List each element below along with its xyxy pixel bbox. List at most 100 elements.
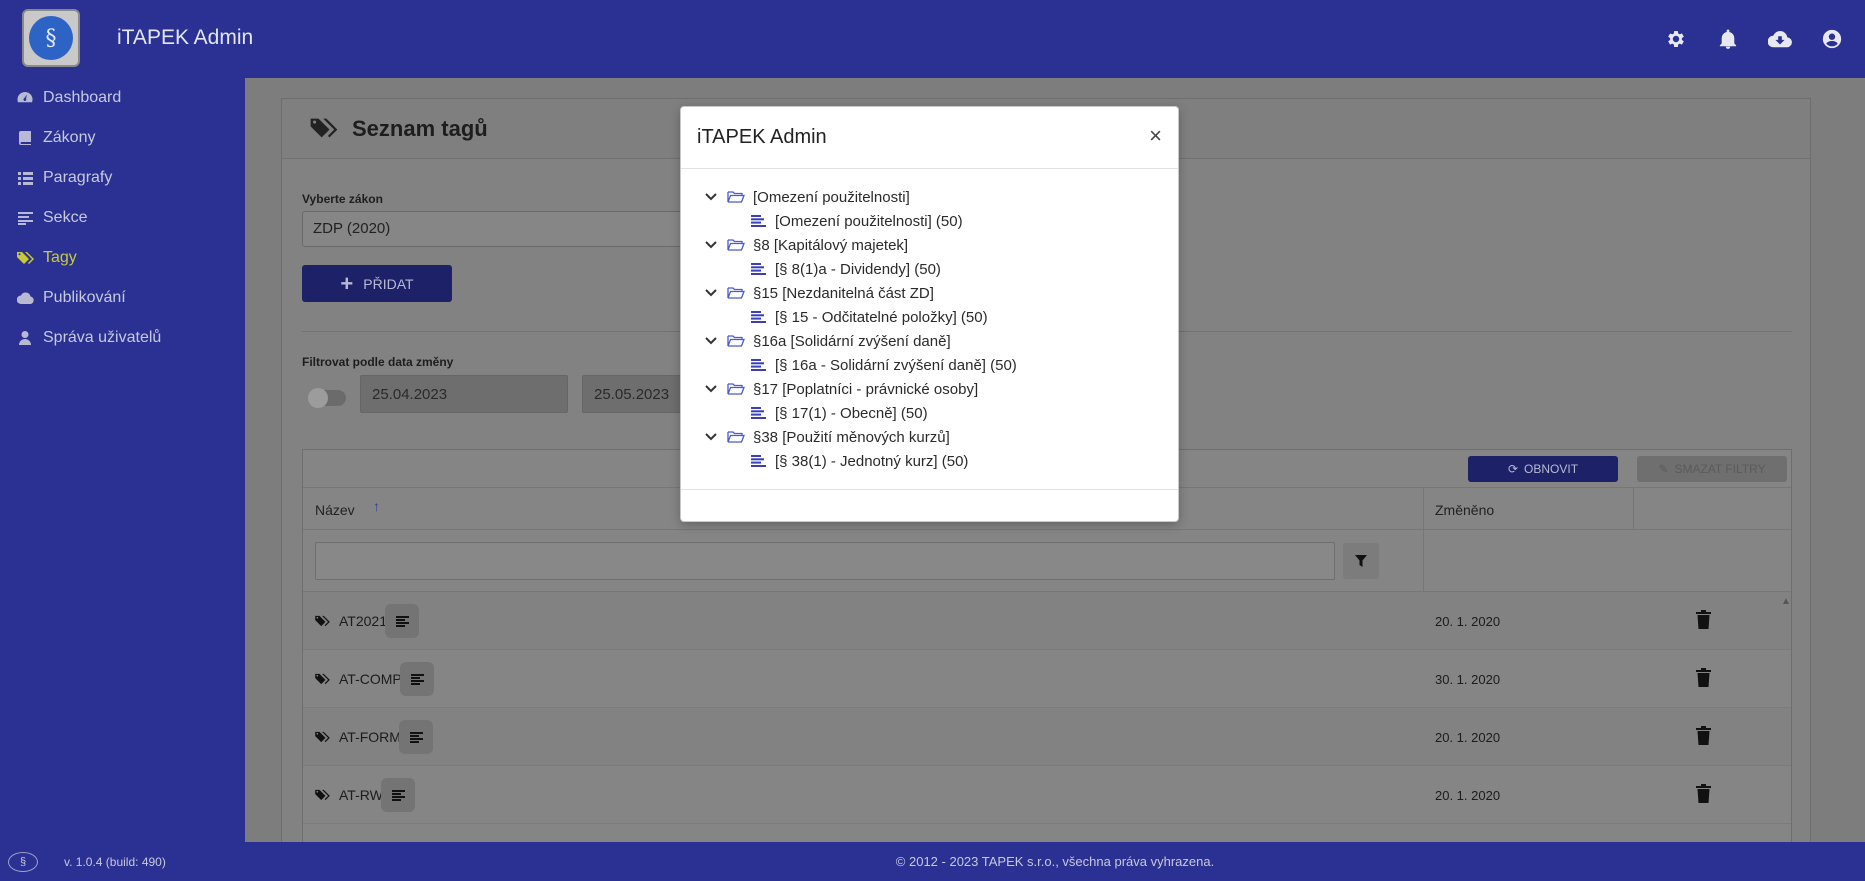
sidebar: Dashboard Zákony Paragrafy Sekce Tagy Pu…	[0, 78, 245, 842]
tree-item[interactable]: [§ 8(1)a - Dividendy] (50)	[703, 257, 1178, 281]
sidebar-item-sekce[interactable]: Sekce	[0, 198, 245, 238]
trash-icon[interactable]	[1696, 610, 1712, 630]
tree-item-label: [§ 17(1) - Obecně] (50)	[775, 404, 928, 422]
gear-icon[interactable]	[1663, 26, 1689, 52]
chevron-down-icon[interactable]	[703, 333, 719, 349]
sidebar-item-paragrafy[interactable]: Paragrafy	[0, 158, 245, 198]
sidebar-item-zakony[interactable]: Zákony	[0, 118, 245, 158]
column-header-name[interactable]: Název	[315, 502, 355, 518]
scroll-up-icon[interactable]: ▲	[1781, 596, 1791, 607]
tree-group-label: §16a [Solidární zvýšení daně]	[753, 332, 951, 350]
row-name: AT-COMP	[339, 671, 402, 687]
sidebar-item-dashboard[interactable]: Dashboard	[0, 78, 245, 118]
eraser-icon: ✎	[1658, 462, 1669, 476]
tag-icon	[315, 672, 331, 686]
tree-item-label: [Omezení použitelnosti] (50)	[775, 212, 963, 230]
trash-icon[interactable]	[1696, 668, 1712, 688]
tree-item[interactable]: [Omezení použitelnosti] (50)	[703, 209, 1178, 233]
sidebar-item-label: Sekce	[43, 209, 88, 226]
footer: © 2012 - 2023 TAPEK s.r.o., všechna práv…	[245, 842, 1865, 881]
modal-body: [Omezení použitelnosti] [Omezení použite…	[681, 169, 1178, 490]
folder-open-icon	[727, 381, 747, 397]
align-left-icon[interactable]	[400, 662, 434, 696]
text-lines-icon	[751, 310, 767, 324]
trash-icon[interactable]	[1696, 726, 1712, 746]
tree-group[interactable]: §8 [Kapitálový majetek]	[703, 233, 1178, 257]
align-left-icon[interactable]	[381, 778, 415, 812]
chevron-down-icon[interactable]	[703, 189, 719, 205]
sidebar-item-label: Dashboard	[43, 89, 122, 106]
tree-group-label: §17 [Poplatníci - právnické osoby]	[753, 380, 979, 398]
app-logo[interactable]: §	[22, 9, 80, 67]
sidebar-item-label: Publikování	[43, 289, 126, 306]
tree-group[interactable]: §15 [Nezdanitelná část ZD]	[703, 281, 1178, 305]
align-left-icon[interactable]	[399, 720, 433, 754]
sidebar-item-publikovani[interactable]: Publikování	[0, 278, 245, 318]
text-lines-icon	[751, 406, 767, 420]
law-select[interactable]: ZDP (2020)	[302, 211, 702, 247]
align-left-icon[interactable]	[385, 604, 419, 638]
tree-group-label: §38 [Použití měnových kurzů]	[753, 428, 950, 446]
bell-icon[interactable]	[1715, 26, 1741, 52]
user-icon	[15, 331, 35, 345]
add-button[interactable]: + PŘIDAT	[302, 265, 452, 302]
sidebar-item-sprava-uzivatelu[interactable]: Správa uživatelů	[0, 318, 245, 358]
refresh-icon: ⟳	[1507, 462, 1519, 476]
folder-open-icon	[727, 333, 747, 349]
grid-filter-row	[303, 530, 1791, 592]
date-filter-toggle[interactable]	[308, 388, 346, 408]
chevron-down-icon[interactable]	[703, 381, 719, 397]
chevron-down-icon[interactable]	[703, 285, 719, 301]
sidebar-item-tagy[interactable]: Tagy	[0, 238, 245, 278]
tree-item[interactable]: [§ 17(1) - Obecně] (50)	[703, 401, 1178, 425]
row-changed: 30. 1. 2020	[1435, 672, 1501, 687]
list-icon	[15, 171, 35, 185]
tags-icon	[15, 251, 35, 265]
page-title: Seznam tagů	[352, 115, 488, 141]
filter-icon[interactable]	[1343, 543, 1379, 579]
clear-filters-label: SMAZAT FILTRY	[1674, 462, 1766, 476]
table-row[interactable]: AT2021 20. 1. 2020	[303, 592, 1791, 650]
app-title: iTAPEK Admin	[117, 26, 254, 49]
sidebar-item-label: Tagy	[43, 249, 77, 266]
date-filter-label: Filtrovat podle data změny	[302, 355, 454, 369]
tag-icon	[315, 788, 331, 802]
user-circle-icon[interactable]	[1819, 26, 1845, 52]
close-icon[interactable]: ×	[1149, 125, 1162, 147]
sidebar-item-label: Paragrafy	[43, 169, 113, 186]
folder-open-icon	[727, 429, 747, 445]
name-filter-input[interactable]	[315, 542, 1335, 580]
refresh-button[interactable]: ⟳ OBNOVIT	[1468, 456, 1618, 482]
row-name: AT-FORM	[339, 729, 401, 745]
top-bar: § iTAPEK Admin	[0, 0, 1865, 78]
tree-group[interactable]: §16a [Solidární zvýšení daně]	[703, 329, 1178, 353]
trash-icon[interactable]	[1696, 784, 1712, 804]
table-row[interactable]: AT-COMP 30. 1. 2020	[303, 650, 1791, 708]
tags-icon	[310, 117, 338, 141]
table-row[interactable]: AT-FORM 20. 1. 2020	[303, 708, 1791, 766]
chevron-down-icon[interactable]	[703, 429, 719, 445]
tree-group[interactable]: §17 [Poplatníci - právnické osoby]	[703, 377, 1178, 401]
tag-icon	[315, 730, 331, 744]
tree-item[interactable]: [§ 38(1) - Jednotný kurz] (50)	[703, 449, 1178, 473]
plus-icon: +	[340, 270, 354, 296]
book-icon	[15, 131, 35, 145]
version-text: v. 1.0.4 (build: 490)	[64, 854, 166, 869]
column-header-changed[interactable]: Změněno	[1435, 502, 1494, 518]
logo-small-icon: §	[8, 851, 38, 872]
sidebar-item-label: Správa uživatelů	[43, 329, 162, 346]
tree-item[interactable]: [§ 15 - Odčitatelné položky] (50)	[703, 305, 1178, 329]
table-row[interactable]: AT-RW 20. 1. 2020	[303, 766, 1791, 824]
clear-filters-button[interactable]: ✎ SMAZAT FILTRY	[1637, 456, 1787, 482]
cloud-download-icon[interactable]	[1767, 26, 1793, 52]
date-from-input[interactable]: 25.04.2023	[360, 375, 568, 413]
tag-icon	[315, 614, 331, 628]
add-button-label: PŘIDAT	[363, 275, 414, 292]
tree-group[interactable]: [Omezení použitelnosti]	[703, 185, 1178, 209]
tree-group[interactable]: §38 [Použití měnových kurzů]	[703, 425, 1178, 449]
chevron-down-icon[interactable]	[703, 237, 719, 253]
version-info: § v. 1.0.4 (build: 490)	[0, 842, 245, 881]
tree-group-label: §15 [Nezdanitelná část ZD]	[753, 284, 934, 302]
sort-ascending-icon[interactable]: ↑	[373, 498, 380, 514]
tree-item[interactable]: [§ 16a - Solidární zvýšení daně] (50)	[703, 353, 1178, 377]
